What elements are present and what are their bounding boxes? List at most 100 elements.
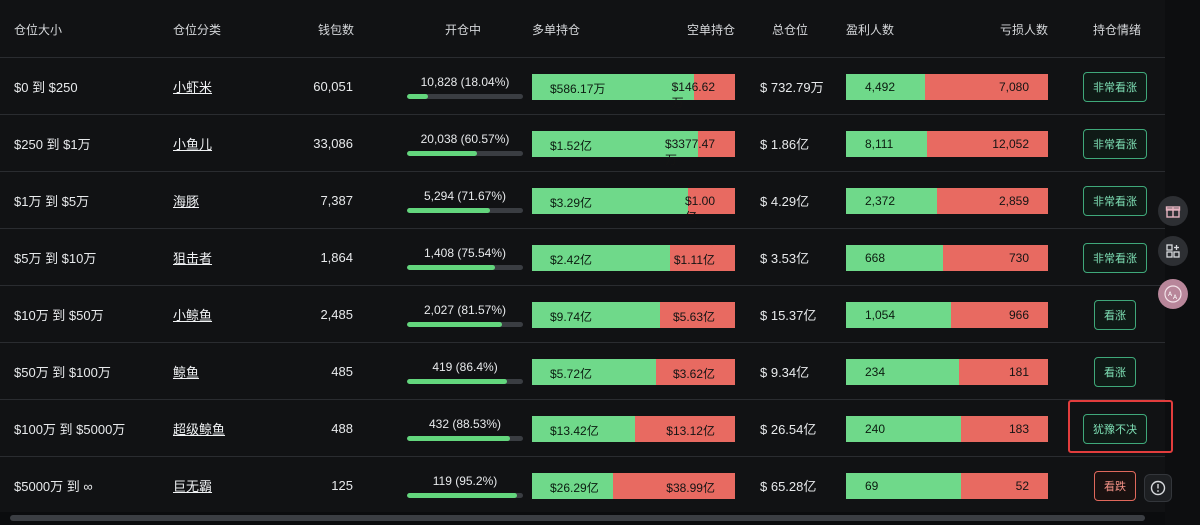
- wallet-count: 60,051: [313, 79, 353, 94]
- long-value: $1.52亿: [550, 139, 593, 153]
- open-positions: 2,027 (81.57%): [407, 286, 523, 343]
- loss-count: 183: [1008, 422, 1029, 436]
- long-short-bar: $2.42亿 $1.11亿: [532, 245, 735, 271]
- sentiment-cell: 看跌: [1080, 457, 1150, 514]
- total-position: $ 1.86亿: [760, 137, 810, 152]
- loss-count: 2,859: [998, 194, 1029, 208]
- loss-count: 12,052: [992, 137, 1029, 151]
- profit-count: 2,372: [865, 194, 896, 208]
- open-progress-bar: [407, 492, 523, 498]
- short-value: $5.63亿: [672, 310, 715, 324]
- position-size: $5万 到 $10万: [14, 251, 97, 266]
- open-positions: 432 (88.53%): [407, 400, 523, 457]
- table-row: $0 到 $250 小虾米 60,051 10,828 (18.04%) $58…: [0, 58, 1165, 115]
- loss-segment: 52: [961, 473, 1048, 499]
- scrollbar-thumb[interactable]: [10, 515, 1145, 521]
- open-progress-bar: [407, 207, 523, 213]
- wallet-count: 485: [331, 364, 353, 379]
- header-size[interactable]: 仓位大小: [14, 21, 62, 38]
- open-progress-bar: [407, 321, 523, 327]
- open-positions-value: 20,038 (60.57%): [420, 131, 510, 146]
- long-short-bar: $1.52亿 $3377.47万: [532, 131, 735, 167]
- table-row: $250 到 $1万 小鱼儿 33,086 20,038 (60.57%) $1…: [0, 115, 1165, 172]
- header-category[interactable]: 仓位分类: [173, 21, 221, 38]
- long-segment: $2.42亿: [532, 245, 671, 271]
- sentiment-badge[interactable]: 看涨: [1094, 299, 1136, 330]
- short-segment: $13.12亿: [634, 416, 735, 442]
- sentiment-badge[interactable]: 看涨: [1094, 356, 1136, 387]
- translate-icon[interactable]: AA: [1158, 279, 1188, 309]
- header-short[interactable]: 空单持仓: [687, 21, 735, 38]
- short-value: $3.62亿: [672, 367, 715, 381]
- profit-loss-bar: 4,492 7,080: [846, 74, 1048, 100]
- profit-segment: 1,054: [846, 302, 952, 328]
- table-row: $10万 到 $50万 小鲸鱼 2,485 2,027 (81.57%) $9.…: [0, 286, 1165, 343]
- sentiment-badge[interactable]: 非常看涨: [1083, 71, 1147, 102]
- category-link[interactable]: 超级鲸鱼: [173, 400, 225, 457]
- short-segment: $38.99亿: [613, 473, 735, 499]
- short-segment: $1.00亿: [685, 188, 735, 224]
- category-link[interactable]: 小虾米: [173, 58, 212, 115]
- long-value: $586.17万: [550, 82, 606, 96]
- long-value: $3.29亿: [550, 196, 593, 210]
- short-segment: $5.63亿: [659, 302, 735, 328]
- header-wallets[interactable]: 钱包数: [318, 21, 354, 38]
- sentiment-badge[interactable]: 看跌: [1094, 470, 1136, 501]
- long-short-bar: $9.74亿 $5.63亿: [532, 302, 735, 328]
- open-progress-bar: [407, 264, 523, 270]
- profit-count: 4,492: [865, 80, 896, 94]
- category-link[interactable]: 小鲸鱼: [173, 286, 212, 343]
- header-long[interactable]: 多单持仓: [532, 21, 580, 38]
- category-link[interactable]: 狙击者: [173, 229, 212, 286]
- profit-count: 1,054: [865, 308, 896, 322]
- position-size: $250 到 $1万: [14, 137, 91, 152]
- long-value: $2.42亿: [550, 253, 593, 267]
- profit-segment: 234: [846, 359, 960, 385]
- short-value: $3377.47万: [664, 137, 715, 167]
- category-link[interactable]: 鲸鱼: [173, 343, 199, 400]
- category-link[interactable]: 小鱼儿: [173, 115, 212, 172]
- long-short-bar: $586.17万 $146.62万: [532, 74, 735, 110]
- table-header: 仓位大小 仓位分类 钱包数 开仓中 多单持仓 空单持仓 总仓位 盈利人数 亏损人…: [0, 0, 1165, 58]
- long-segment: $3.29亿: [532, 188, 689, 214]
- profit-loss-bar: 240 183: [846, 416, 1048, 442]
- open-positions: 10,828 (18.04%): [407, 58, 523, 115]
- open-positions-value: 119 (95.2%): [432, 473, 498, 488]
- profit-loss-bar: 668 730: [846, 245, 1048, 271]
- sentiment-cell: 看涨: [1080, 343, 1150, 400]
- table-row: $1万 到 $5万 海豚 7,387 5,294 (71.67%) $3.29亿…: [0, 172, 1165, 229]
- open-progress-fill: [407, 435, 510, 441]
- horizontal-scrollbar[interactable]: [0, 512, 1165, 525]
- header-loss[interactable]: 亏损人数: [1000, 21, 1048, 38]
- header-total[interactable]: 总仓位: [772, 21, 808, 38]
- wallet-count: 2,485: [320, 307, 353, 322]
- header-sentiment[interactable]: 持仓情绪: [1093, 21, 1141, 38]
- category-link[interactable]: 巨无霸: [173, 457, 212, 514]
- profit-count: 69: [865, 479, 879, 493]
- loss-segment: 730: [942, 245, 1048, 271]
- open-positions: 5,294 (71.67%): [407, 172, 523, 229]
- header-open[interactable]: 开仓中: [445, 21, 481, 38]
- position-size: $10万 到 $50万: [14, 308, 104, 323]
- svg-text:A: A: [1173, 294, 1178, 301]
- long-short-bar: $13.42亿 $13.12亿: [532, 416, 735, 442]
- short-value: $146.62万: [671, 80, 715, 110]
- category-link[interactable]: 海豚: [173, 172, 199, 229]
- total-position: $ 15.37亿: [760, 308, 817, 323]
- gift-icon[interactable]: [1158, 196, 1188, 226]
- sentiment-badge[interactable]: 非常看涨: [1083, 185, 1147, 216]
- sentiment-cell: 看涨: [1080, 286, 1150, 343]
- sentiment-badge[interactable]: 非常看涨: [1083, 128, 1147, 159]
- open-positions-value: 2,027 (81.57%): [423, 302, 507, 317]
- clock-icon[interactable]: [1144, 474, 1172, 502]
- sentiment-cell: 非常看涨: [1080, 115, 1150, 172]
- loss-segment: 966: [951, 302, 1048, 328]
- highlight-box: [1068, 400, 1173, 453]
- open-positions-value: 419 (86.4%): [432, 359, 498, 374]
- sentiment-badge[interactable]: 非常看涨: [1083, 242, 1147, 273]
- loss-count: 52: [1015, 479, 1029, 493]
- apps-icon[interactable]: [1158, 236, 1188, 266]
- header-profit[interactable]: 盈利人数: [846, 21, 894, 38]
- wallet-count: 488: [331, 421, 353, 436]
- long-segment: $26.29亿: [532, 473, 614, 499]
